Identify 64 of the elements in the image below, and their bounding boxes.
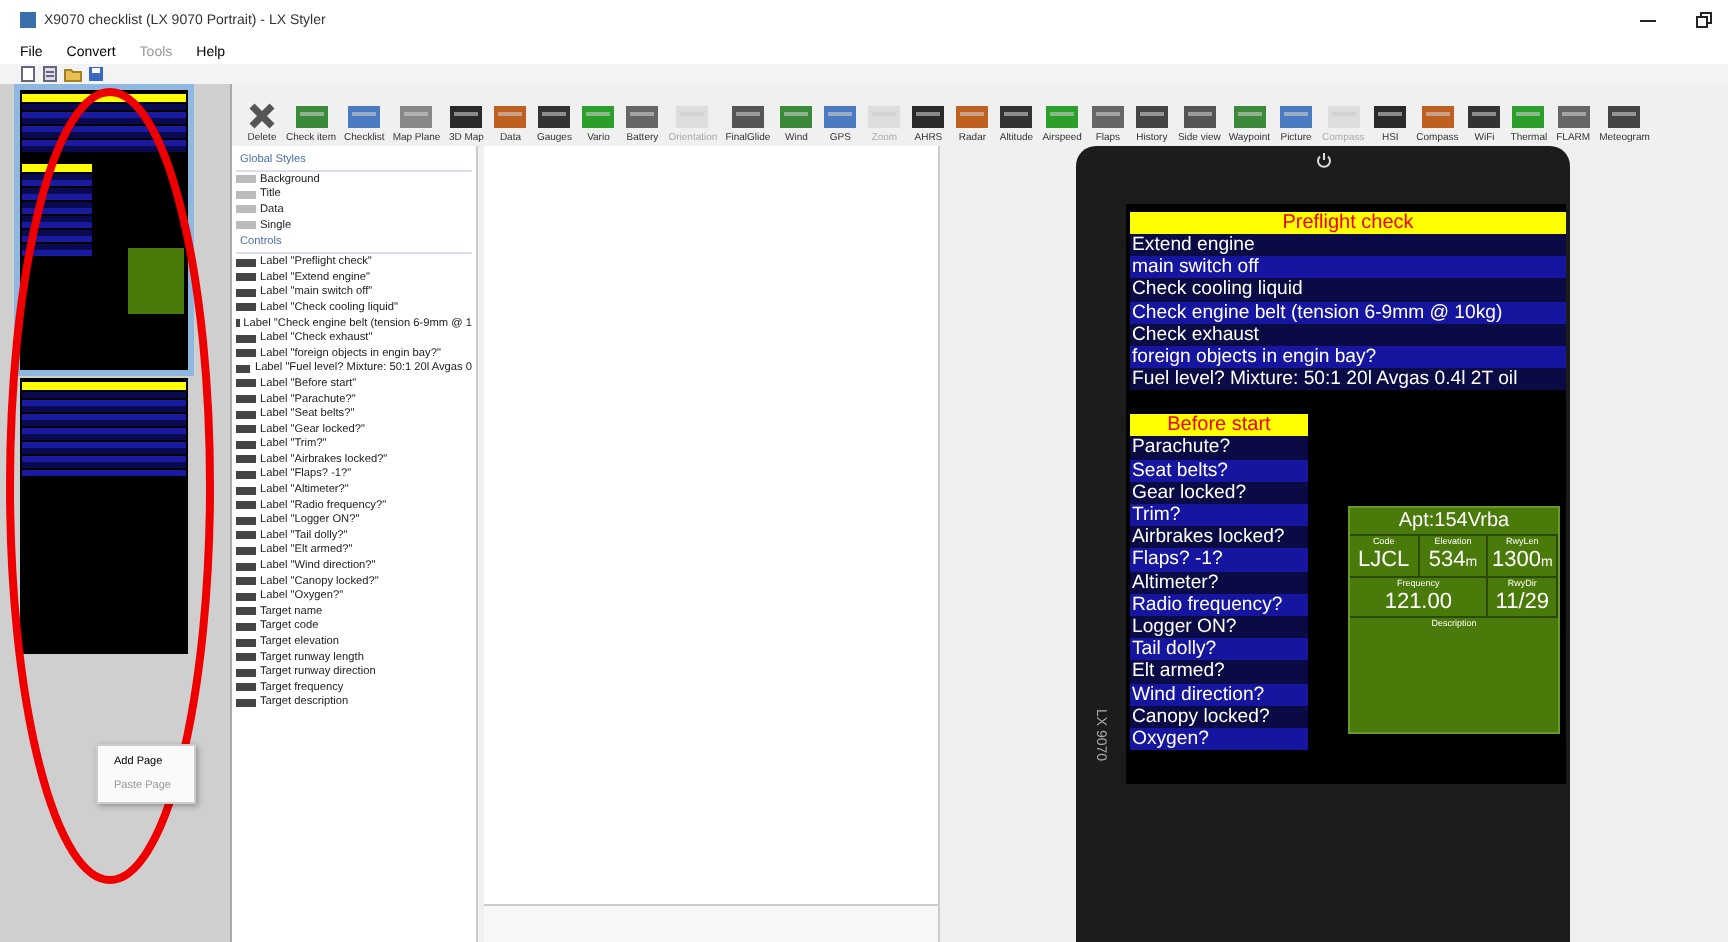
widget-icon <box>1372 100 1409 132</box>
checklist-item: Wind direction? <box>1130 683 1308 706</box>
widget-icon <box>954 100 991 132</box>
field-value: 11/29 <box>1495 590 1550 617</box>
checklist-item: Altimeter? <box>1130 571 1308 594</box>
checklist-title: Before start <box>1130 414 1308 437</box>
widget-icon <box>624 100 661 132</box>
field-value: LJCL <box>1357 548 1410 575</box>
checklist-item: main switch off <box>1130 256 1566 279</box>
checklist-item: Check cooling liquid <box>1130 278 1566 302</box>
checklist-item: Oxygen? <box>1130 728 1308 751</box>
widget-icon <box>1419 100 1456 132</box>
widget-icon <box>1606 100 1643 132</box>
delete-icon <box>246 100 278 132</box>
checklist-item: Tail dolly? <box>1130 638 1308 661</box>
app-icon <box>20 12 36 28</box>
widget-icon <box>346 100 383 132</box>
widget-icon <box>910 100 947 132</box>
widget-icon <box>778 100 815 132</box>
widget-icon <box>1555 100 1592 132</box>
checklist-item: Elt armed? <box>1130 660 1308 684</box>
widget-icon <box>293 100 329 132</box>
widget-icon <box>398 100 435 132</box>
checklist-item: foreign objects in engin bay? <box>1130 346 1566 369</box>
widget-icon <box>1325 100 1362 132</box>
widget-icon <box>448 100 485 132</box>
widget-icon <box>1133 100 1170 132</box>
checklist-title: Preflight check <box>1130 212 1566 234</box>
widget-icon <box>1089 100 1126 132</box>
power-icon <box>1315 152 1331 168</box>
widget-icon <box>998 100 1035 132</box>
widget-icon <box>674 100 711 132</box>
new-page-icon[interactable] <box>20 66 36 82</box>
save-icon[interactable] <box>88 66 104 82</box>
checklist-item: Logger ON? <box>1130 616 1308 639</box>
widget-icon <box>1181 100 1218 132</box>
page-thumbnail[interactable] <box>20 378 188 654</box>
checklist-item: Canopy locked? <box>1130 705 1308 729</box>
widget-icon <box>729 100 766 132</box>
checklist-item: Radio frequency? <box>1130 593 1308 617</box>
checklist-item: Gear locked? <box>1130 481 1308 505</box>
widget-icon <box>1044 100 1081 132</box>
widget-icon <box>1278 100 1315 132</box>
checklist-item: Extend engine <box>1130 234 1566 257</box>
checklist-item: Seat belts? <box>1130 459 1308 482</box>
checklist-item: Trim? <box>1130 504 1308 527</box>
checklist-item: Airbrakes locked? <box>1130 526 1308 549</box>
widget-icon <box>580 100 617 132</box>
document-icon[interactable] <box>42 66 58 82</box>
airport-name: Apt:154Vrba <box>1350 508 1558 537</box>
widget-icon <box>1466 100 1503 132</box>
widget-icon <box>822 100 859 132</box>
widget-icon <box>866 100 903 132</box>
widget-icon <box>1510 100 1547 132</box>
widget-icon <box>536 100 573 132</box>
field-value: 121.00 <box>1384 590 1452 617</box>
checklist-item: Parachute? <box>1130 436 1308 460</box>
checklist-item: Flaps? -1? <box>1130 548 1308 572</box>
widget-icon <box>492 100 529 132</box>
page-thumbnail[interactable] <box>20 90 188 370</box>
widget-icon <box>1231 100 1268 132</box>
checklist-item: Fuel level? Mixture: 50:1 20l Avgas 0.4l 2T oil <box>1130 368 1566 391</box>
checklist-item: Check engine belt (tension 6-9mm @ 10kg) <box>1130 301 1566 324</box>
checklist-item: Check exhaust <box>1130 323 1566 347</box>
